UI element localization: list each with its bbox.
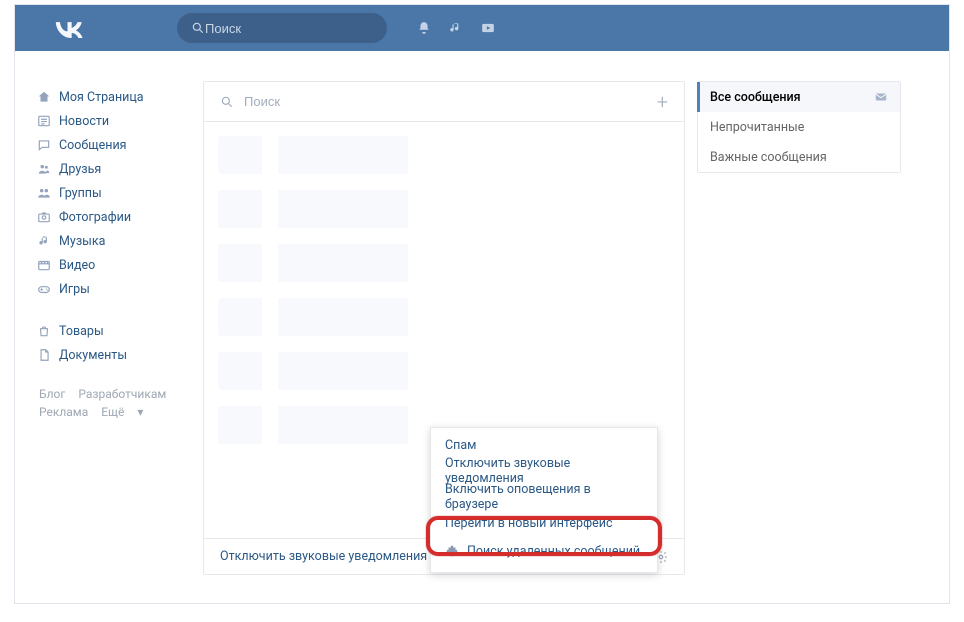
clapper-icon — [37, 258, 59, 272]
filter-important[interactable]: Важные сообщения — [698, 142, 900, 172]
search-icon — [191, 21, 205, 35]
popup-new-interface[interactable]: Перейти в новый интерфейс — [431, 510, 657, 536]
conversation-row[interactable] — [218, 190, 670, 228]
note-icon — [37, 234, 59, 248]
conversation-row[interactable] — [218, 136, 670, 174]
envelope-icon — [874, 90, 888, 104]
sidebar-item-friends[interactable]: Друзья — [31, 157, 191, 181]
filter-unread[interactable]: Непрочитанные — [698, 112, 900, 142]
vk-logo[interactable] — [53, 18, 87, 38]
popup-label: Поиск удаленных сообщений — [467, 544, 640, 559]
popup-mute-sounds[interactable]: Отключить звуковые уведомления — [431, 458, 657, 484]
sidebar-item-video[interactable]: Видео — [31, 253, 191, 277]
home-icon — [37, 90, 59, 104]
popup-spam[interactable]: Спам — [431, 432, 657, 458]
messages-filters: Все сообщения Непрочитанные Важные сообщ… — [697, 81, 901, 173]
sidebar-item-games[interactable]: Игры — [31, 277, 191, 301]
sidebar-item-music[interactable]: Музыка — [31, 229, 191, 253]
sidebar-item-profile[interactable]: Моя Страница — [31, 85, 191, 109]
sidebar-item-label: Видео — [59, 258, 95, 273]
sidebar-item-market[interactable]: Товары — [31, 319, 191, 343]
sidebar-item-label: Документы — [59, 348, 127, 363]
sidebar-item-label: Моя Страница — [59, 90, 144, 105]
right-column: Все сообщения Непрочитанные Важные сообщ… — [697, 51, 901, 575]
conversation-row[interactable] — [218, 298, 670, 336]
top-search[interactable] — [177, 13, 387, 43]
settings-popup: Спам Отключить звуковые уведомления Вклю… — [430, 427, 658, 573]
gamepad-icon — [37, 282, 59, 296]
camera-icon — [37, 210, 59, 224]
messages-icon — [37, 138, 59, 152]
video-icon[interactable] — [481, 21, 495, 35]
groups-icon — [37, 186, 59, 200]
sidebar-item-label: Музыка — [59, 234, 105, 249]
bell-icon[interactable] — [417, 21, 431, 35]
doc-icon — [37, 348, 59, 362]
popup-browser-notifications[interactable]: Включить оповещения в браузере — [431, 484, 657, 510]
news-icon — [37, 114, 59, 128]
popup-deleted-messages-search[interactable]: Поиск удаленных сообщений — [431, 536, 657, 566]
sidebar-item-docs[interactable]: Документы — [31, 343, 191, 367]
sidebar-item-label: Группы — [59, 186, 102, 201]
popup-label: Спам — [445, 438, 476, 453]
sidebar-item-label: Товары — [59, 324, 104, 339]
sidebar-item-label: Игры — [59, 282, 90, 297]
footer-more[interactable]: Ещё ▾ — [101, 405, 143, 419]
friends-icon — [37, 162, 59, 176]
sidebar: Моя Страница Новости Сообщения Друзья Гр… — [23, 51, 191, 575]
bag-icon — [37, 324, 59, 338]
sidebar-item-messages[interactable]: Сообщения — [31, 133, 191, 157]
messages-search-input[interactable] — [244, 94, 657, 109]
sidebar-item-label: Сообщения — [59, 138, 127, 153]
music-icon[interactable] — [449, 21, 463, 35]
footer-ads[interactable]: Реклама — [39, 405, 88, 419]
sidebar-item-photos[interactable]: Фотографии — [31, 205, 191, 229]
filter-label: Все сообщения — [710, 90, 801, 105]
top-search-input[interactable] — [205, 21, 365, 36]
mute-sounds-link[interactable]: Отключить звуковые уведомления — [220, 549, 427, 564]
popup-label: Перейти в новый интерфейс — [445, 516, 613, 531]
sidebar-item-label: Фотографии — [59, 210, 131, 225]
popup-label: Включить оповещения в браузере — [445, 482, 643, 512]
filter-all[interactable]: Все сообщения — [698, 82, 900, 112]
new-conversation-button[interactable]: + — [657, 90, 668, 114]
footer-devs[interactable]: Разработчикам — [78, 387, 166, 401]
sidebar-item-groups[interactable]: Группы — [31, 181, 191, 205]
top-icons — [417, 21, 495, 35]
footer-blog[interactable]: Блог — [39, 387, 65, 401]
extension-icon — [445, 544, 463, 558]
sidebar-item-news[interactable]: Новости — [31, 109, 191, 133]
search-icon — [220, 95, 234, 109]
sidebar-footer: Блог Разработчикам Реклама Ещё ▾ — [31, 367, 191, 439]
filter-label: Важные сообщения — [710, 150, 827, 165]
sidebar-item-label: Друзья — [59, 162, 101, 177]
conversation-row[interactable] — [218, 352, 670, 390]
filter-label: Непрочитанные — [710, 120, 804, 135]
messages-search-bar: + — [204, 82, 684, 122]
conversation-row[interactable] — [218, 244, 670, 282]
sidebar-item-label: Новости — [59, 114, 109, 129]
topbar — [15, 5, 949, 51]
